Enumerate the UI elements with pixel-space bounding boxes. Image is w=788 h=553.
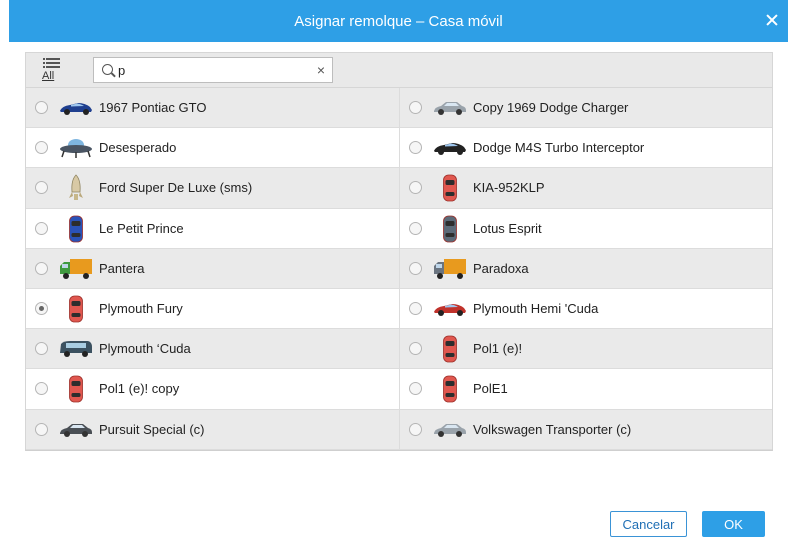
unit-option[interactable]: Pursuit Special (c) — [26, 410, 399, 449]
unit-option[interactable]: Pantera — [26, 249, 399, 288]
unit-option[interactable]: 1967 Pontiac GTO — [26, 88, 399, 127]
unit-label: Paradoxa — [473, 260, 529, 276]
table-row: Plymouth Fury Plymouth Hemi 'Cuda — [26, 288, 772, 330]
dialog-titlebar: Asignar remolque – Casa móvil — [9, 0, 788, 42]
unit-radio[interactable] — [409, 101, 422, 114]
unit-label: Plymouth ‘Cuda — [99, 341, 191, 357]
rocket-icon — [56, 174, 96, 202]
units-grid: 1967 Pontiac GTO Copy 1969 Dodge Charger D… — [26, 88, 772, 450]
sports-car-icon — [430, 295, 470, 323]
cancel-button[interactable]: Cancelar — [610, 511, 687, 537]
unit-label: Lotus Esprit — [473, 220, 542, 236]
unit-option[interactable]: Ford Super De Luxe (sms) — [26, 168, 399, 207]
unit-option[interactable]: PolE1 — [399, 369, 772, 409]
unit-option[interactable]: Plymouth ‘Cuda — [26, 329, 399, 368]
car-top-view-icon — [430, 335, 470, 363]
unit-radio[interactable] — [35, 141, 48, 155]
car-top-view-icon — [56, 295, 96, 323]
unit-label: Pantera — [99, 260, 145, 276]
close-icon[interactable] — [765, 13, 779, 27]
unit-option[interactable]: Volkswagen Transporter (c) — [399, 409, 772, 449]
car-top-view-icon — [430, 215, 470, 243]
unit-option[interactable]: KIA-952KLP — [399, 168, 772, 208]
select-all-toggle[interactable]: All — [42, 57, 64, 83]
search-icon — [102, 64, 113, 75]
table-row: 1967 Pontiac GTO Copy 1969 Dodge Charger — [26, 88, 772, 129]
sports-car-icon — [56, 94, 96, 122]
unit-label: KIA-952KLP — [473, 180, 545, 196]
car-top-view-icon — [430, 375, 470, 403]
unit-radio[interactable] — [35, 181, 48, 195]
unit-radio[interactable] — [409, 261, 422, 275]
car-top-view-icon — [430, 174, 470, 202]
unit-radio[interactable] — [409, 382, 422, 396]
unit-label: Plymouth Fury — [99, 300, 183, 316]
unit-option[interactable]: Le Petit Prince — [26, 209, 399, 248]
bus-icon — [56, 335, 96, 363]
unit-radio[interactable] — [35, 221, 48, 235]
car-top-view-icon — [56, 215, 96, 243]
clear-icon[interactable]: × — [317, 62, 325, 78]
toolbar: All × — [26, 53, 772, 88]
unit-radio[interactable] — [409, 342, 422, 356]
list-icon — [43, 58, 60, 68]
ufo-icon — [56, 134, 96, 162]
unit-radio[interactable] — [35, 301, 48, 315]
car-icon — [430, 94, 470, 122]
table-row: Ford Super De Luxe (sms) KIA-952KLP — [26, 168, 772, 209]
unit-radio[interactable] — [35, 101, 48, 114]
unit-option[interactable]: Dodge M4S Turbo Interceptor — [399, 128, 772, 168]
truck-icon — [430, 255, 470, 283]
unit-label: Pol1 (e)! copy — [99, 381, 180, 397]
units-panel: All × 1967 Pontiac GTO Copy 1969 Dodge Ch… — [25, 52, 773, 451]
unit-radio[interactable] — [409, 141, 422, 155]
unit-option[interactable]: Paradoxa — [399, 248, 772, 288]
unit-radio[interactable] — [35, 261, 48, 275]
unit-option[interactable]: Plymouth Fury — [26, 289, 399, 328]
search-box: × — [93, 57, 333, 83]
unit-label: Le Petit Prince — [99, 220, 184, 236]
unit-label: Pursuit Special (c) — [99, 421, 205, 437]
unit-label: Plymouth Hemi 'Cuda — [473, 300, 599, 316]
unit-label: Volkswagen Transporter (c) — [473, 421, 632, 437]
table-row: Le Petit Prince Lotus Esprit — [26, 208, 772, 249]
car-icon — [56, 416, 96, 444]
unit-radio[interactable] — [409, 301, 422, 315]
table-row: Desesperado Dodge M4S Turbo Interceptor — [26, 128, 772, 169]
search-input[interactable] — [118, 61, 308, 79]
table-row: Plymouth ‘Cuda Pol1 (e)! — [26, 329, 772, 370]
unit-radio[interactable] — [409, 422, 422, 436]
unit-label: 1967 Pontiac GTO — [99, 100, 207, 115]
unit-radio[interactable] — [35, 382, 48, 396]
all-label: All — [42, 70, 55, 82]
table-row: Pol1 (e)! copy PolE1 — [26, 369, 772, 410]
unit-label: Desesperado — [99, 140, 177, 156]
unit-option[interactable]: Copy 1969 Dodge Charger — [399, 88, 772, 128]
unit-radio[interactable] — [409, 221, 422, 235]
table-row: Pursuit Special (c) Volkswagen Transporte… — [26, 409, 772, 450]
unit-label: Ford Super De Luxe (sms) — [99, 180, 253, 196]
sports-car-icon — [430, 134, 470, 162]
unit-radio[interactable] — [35, 342, 48, 356]
unit-label: PolE1 — [473, 381, 508, 397]
unit-radio[interactable] — [35, 422, 48, 436]
table-row: Pantera Paradoxa — [26, 248, 772, 289]
truck-icon — [56, 255, 96, 283]
unit-option[interactable]: Lotus Esprit — [399, 208, 772, 248]
dialog-title: Asignar remolque – Casa móvil — [294, 12, 503, 30]
ok-button[interactable]: OK — [702, 511, 765, 537]
unit-option[interactable]: Desesperado — [26, 128, 399, 167]
car-top-view-icon — [56, 375, 96, 403]
unit-label: Pol1 (e)! — [473, 341, 523, 357]
unit-radio[interactable] — [409, 181, 422, 195]
unit-label: Dodge M4S Turbo Interceptor — [473, 140, 645, 156]
assign-trailer-dialog: Asignar remolque – Casa móvil All × 1967… — [9, 0, 788, 553]
car-icon — [430, 416, 470, 444]
unit-option[interactable]: Pol1 (e)! copy — [26, 369, 399, 408]
unit-option[interactable]: Pol1 (e)! — [399, 329, 772, 369]
unit-option[interactable]: Plymouth Hemi 'Cuda — [399, 288, 772, 329]
unit-label: Copy 1969 Dodge Charger — [473, 100, 629, 115]
